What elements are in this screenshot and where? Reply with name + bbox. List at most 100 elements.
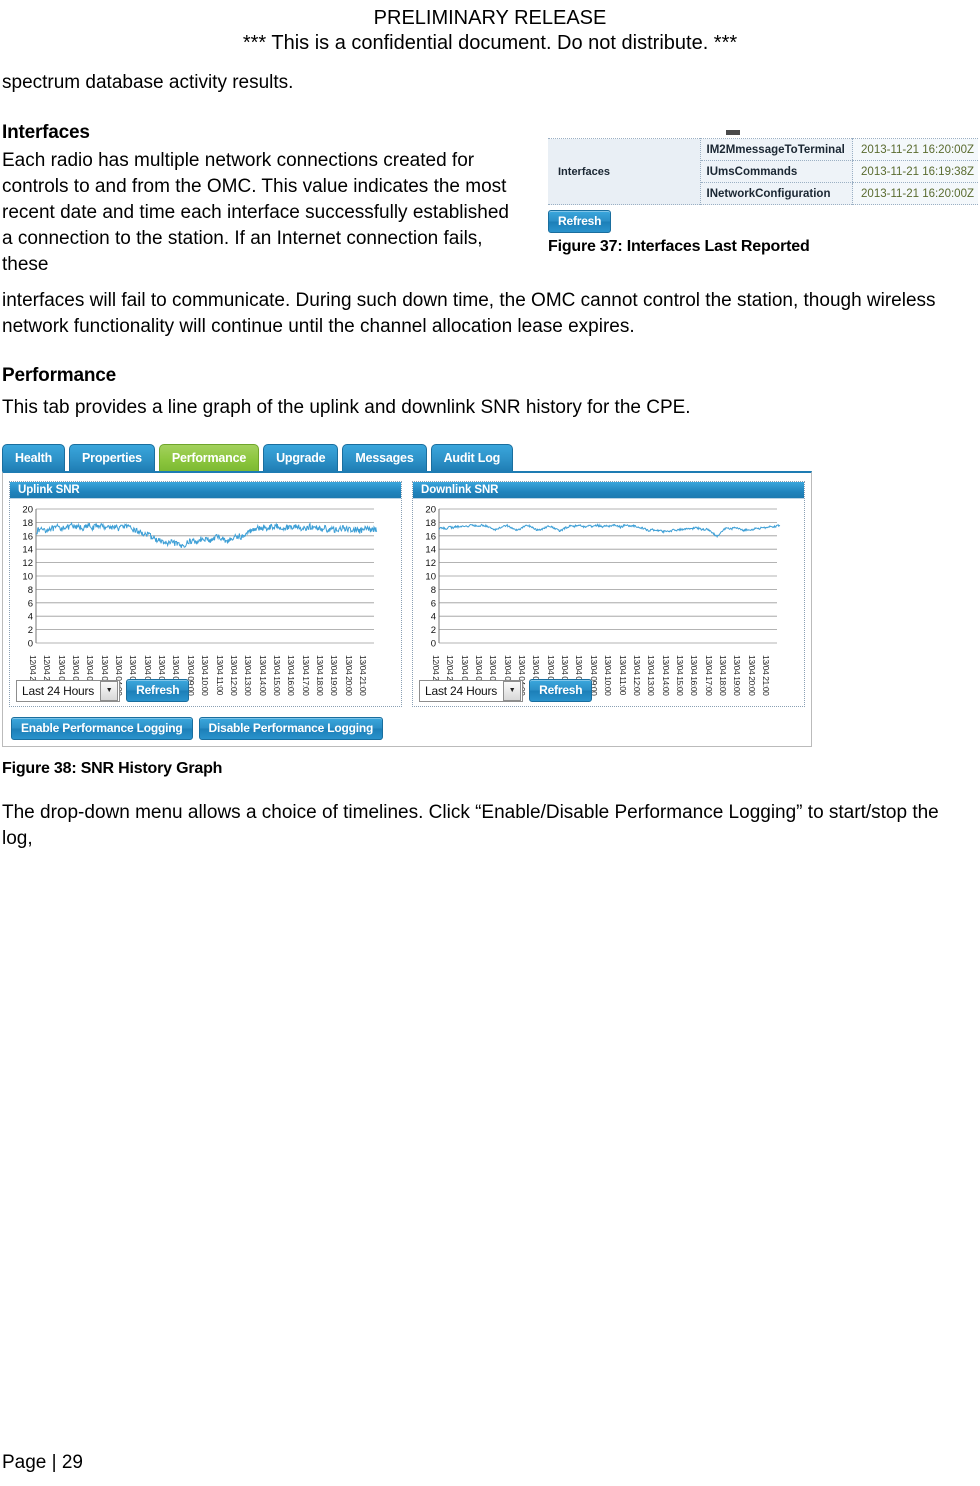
uplink-snr-panel: Uplink SNR 0 2 4 6 8 10 12 14 16 18 20 12/04 22:00…	[9, 481, 402, 707]
logging-buttons: Enable Performance Logging Disable Perfo…	[11, 717, 384, 740]
y-tick-label: 18	[425, 518, 436, 529]
figure-38: Health Properties Performance Upgrade Messag…	[2, 444, 812, 747]
intro-paragraph: spectrum database activity results.	[2, 72, 294, 93]
confidential-notice: *** This is a confidential document. Do …	[242, 32, 738, 54]
y-tick-label: 2	[28, 625, 33, 636]
x-tick-label: 13/04 17:00	[300, 655, 311, 696]
interface-name: IM2MmessageToTerminal	[700, 138, 853, 161]
interface-name: IUmsCommands	[700, 160, 853, 183]
y-tick-label: 12	[425, 558, 436, 569]
y-tick-label: 14	[22, 545, 33, 556]
x-tick-label: 13/04 19:00	[329, 655, 340, 696]
y-tick-label: 2	[431, 625, 436, 636]
y-tick-label: 16	[425, 531, 436, 542]
cropped-element-above-table	[726, 130, 740, 135]
interfaces-last-reported-table: Interfaces IM2MmessageToTerminal 2013-11…	[548, 138, 978, 205]
y-tick-label: 8	[28, 585, 33, 596]
tab-messages[interactable]: Messages	[342, 444, 427, 472]
x-tick-label: 13/04 14:00	[660, 655, 671, 696]
interface-name: INetworkConfiguration	[700, 182, 853, 205]
enable-performance-logging-button[interactable]: Enable Performance Logging	[11, 717, 193, 740]
closing-paragraph: The drop-down menu allows a choice of ti…	[2, 802, 939, 849]
downlink-snr-panel: Downlink SNR 0 2 4 6 8 10 12 14 16 18 20 12/04 22:…	[412, 481, 805, 707]
x-tick-label: 13/04 21:00	[358, 655, 368, 696]
y-tick-label: 10	[22, 572, 33, 583]
y-tick-label: 0	[28, 639, 33, 650]
x-tick-label: 13/04 15:00	[271, 655, 282, 696]
x-tick-label: 13/04 10:00	[603, 655, 614, 696]
x-tick-label: 13/04 16:00	[689, 655, 700, 696]
y-tick-label: 4	[431, 612, 436, 623]
y-tick-label: 6	[28, 598, 33, 609]
x-tick-label: 13/04 18:00	[314, 655, 325, 696]
downlink-controls: Last 24 Hours ▼ Refresh	[419, 679, 593, 702]
y-tick-label: 10	[425, 572, 436, 583]
y-tick-label: 6	[431, 598, 436, 609]
interfaces-paragraph-b: interfaces will fail to communicate. Dur…	[2, 290, 936, 337]
uplink-controls: Last 24 Hours ▼ Refresh	[16, 679, 190, 702]
performance-tab-bar: Health Properties Performance Upgrade Messag…	[2, 444, 812, 472]
snr-panels: Uplink SNR 0 2 4 6 8 10 12 14 16 18 20 12/04 22:00…	[9, 481, 805, 707]
downlink-snr-title: Downlink SNR	[413, 482, 804, 499]
downlink-snr-chart: 0 2 4 6 8 10 12 14 16 18 20	[413, 503, 804, 653]
document-header: PRELIMINARY RELEASE *** This is a confid…	[0, 0, 980, 56]
x-tick-label: 13/04 12:00	[228, 655, 239, 696]
tab-health[interactable]: Health	[2, 444, 66, 472]
interfaces-section-heading: Interfaces	[2, 122, 90, 143]
performance-panel-container: Uplink SNR 0 2 4 6 8 10 12 14 16 18 20 12/04 22:00…	[2, 471, 812, 747]
x-tick-label: 13/04 14:00	[257, 655, 268, 696]
y-tick-label: 8	[431, 585, 436, 596]
preliminary-release-label: PRELIMINARY RELEASE	[373, 7, 607, 29]
y-tick-label: 16	[22, 531, 33, 542]
y-tick-label: 14	[425, 545, 436, 556]
x-tick-label: 13/04 20:00	[746, 655, 757, 696]
interface-last-reported: 2013-11-21 16:20:00Z	[852, 182, 978, 205]
tab-performance[interactable]: Performance	[158, 444, 260, 472]
interfaces-row-label: Interfaces	[548, 138, 701, 205]
document-page: PRELIMINARY RELEASE *** This is a confid…	[0, 0, 980, 1486]
snr-series-line	[438, 523, 781, 539]
downlink-refresh-button[interactable]: Refresh	[529, 679, 593, 702]
downlink-snr-plot: 0 2 4 6 8 10 12 14 16 18 20	[425, 505, 781, 650]
downlink-timeline-select[interactable]: Last 24 Hours ▼	[419, 679, 524, 702]
downlink-timeline-value: Last 24 Hours	[425, 683, 498, 698]
page-footer: Page | 29	[2, 1452, 84, 1473]
x-tick-label: 13/04 13:00	[646, 655, 657, 696]
x-tick-label: 13/04 21:00	[761, 655, 771, 696]
tab-audit-log[interactable]: Audit Log	[430, 444, 514, 472]
y-tick-label: 20	[425, 505, 436, 516]
x-tick-label: 13/04 15:00	[674, 655, 685, 696]
uplink-refresh-button[interactable]: Refresh	[126, 679, 190, 702]
x-tick-label: 13/04 11:00	[214, 655, 225, 695]
x-tick-label: 13/04 19:00	[732, 655, 743, 696]
x-tick-label: 13/04 20:00	[343, 655, 354, 696]
tab-upgrade[interactable]: Upgrade	[263, 444, 339, 472]
y-tick-label: 12	[22, 558, 33, 569]
chevron-down-icon: ▼	[100, 680, 119, 701]
x-tick-label: 13/04 17:00	[703, 655, 714, 696]
figure-38-caption: Figure 38: SNR History Graph	[2, 760, 223, 777]
uplink-timeline-value: Last 24 Hours	[22, 683, 95, 698]
uplink-snr-plot: 0 2 4 6 8 10 12 14 16 18 20	[22, 505, 378, 650]
x-tick-label: 13/04 16:00	[286, 655, 297, 696]
interfaces-paragraph-a: Each radio has multiple network connecti…	[2, 150, 509, 275]
y-tick-label: 18	[22, 518, 33, 529]
y-tick-label: 0	[431, 639, 436, 650]
y-tick-label: 4	[28, 612, 33, 623]
refresh-button[interactable]: Refresh	[548, 210, 612, 233]
figure-37-caption: Figure 37: Interfaces Last Reported	[548, 238, 810, 255]
performance-section-heading: Performance	[2, 365, 116, 386]
chevron-down-icon: ▼	[503, 680, 522, 701]
x-tick-label: 13/04 13:00	[243, 655, 254, 696]
performance-paragraph: This tab provides a line graph of the up…	[2, 397, 691, 418]
uplink-timeline-select[interactable]: Last 24 Hours ▼	[16, 679, 121, 702]
tab-properties[interactable]: Properties	[69, 444, 155, 472]
uplink-snr-chart: 0 2 4 6 8 10 12 14 16 18 20	[10, 503, 401, 653]
x-tick-label: 13/04 12:00	[631, 655, 642, 696]
x-tick-label: 13/04 18:00	[717, 655, 728, 696]
disable-performance-logging-button[interactable]: Disable Performance Logging	[198, 717, 384, 740]
interfaces-refresh-button-wrap: Refresh	[548, 210, 612, 233]
uplink-snr-title: Uplink SNR	[10, 482, 401, 499]
x-tick-label: 13/04 10:00	[200, 655, 211, 696]
interface-last-reported: 2013-11-21 16:19:38Z	[852, 160, 978, 183]
